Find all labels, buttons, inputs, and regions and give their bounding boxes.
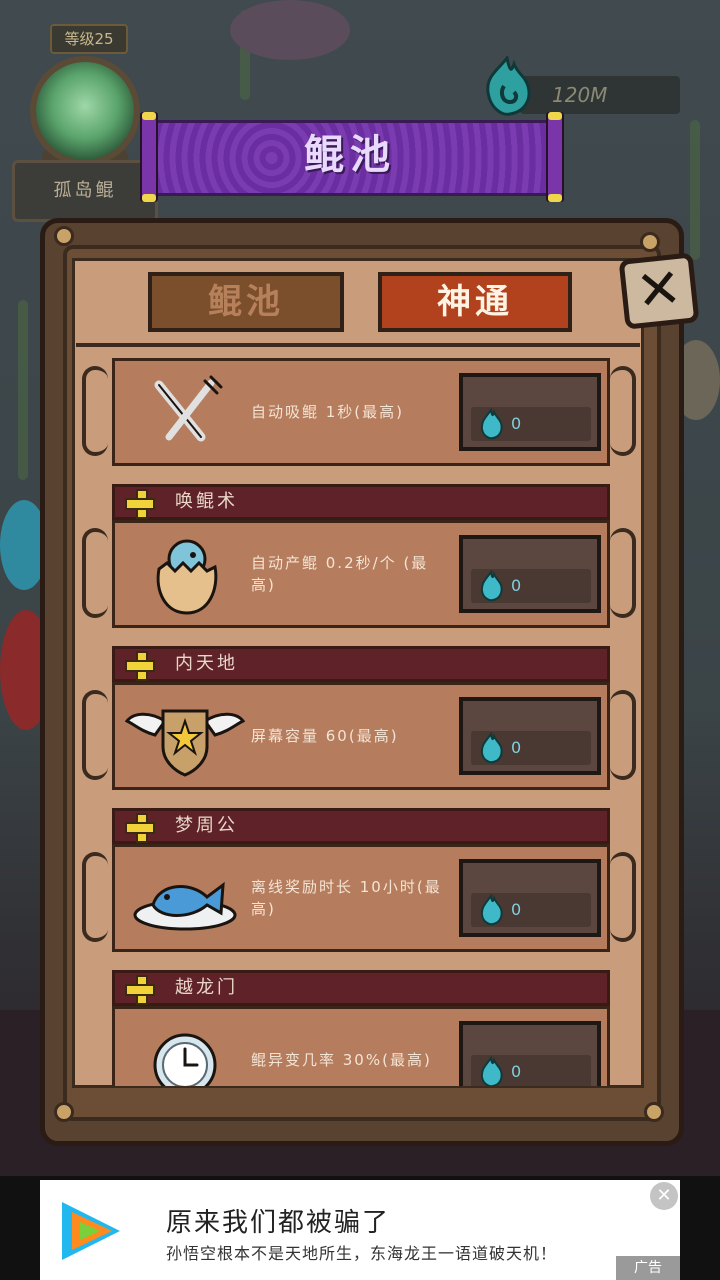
page-title: 鲲池 bbox=[304, 132, 396, 178]
banner-knob bbox=[548, 194, 562, 202]
plus-icon[interactable] bbox=[125, 489, 155, 519]
ability-row-summon-kun: 自动产鲲 0.2秒/个 (最高) 0 bbox=[112, 520, 610, 628]
upgrade-cost-button[interactable]: 0 bbox=[459, 697, 601, 775]
ability-header: 梦周公 bbox=[112, 808, 610, 844]
cost-display: 0 bbox=[471, 569, 591, 603]
ad-title: 原来我们都被骗了 bbox=[166, 1208, 391, 1238]
spirit-flame-currency-icon bbox=[486, 56, 531, 116]
decorative-curl bbox=[82, 366, 108, 456]
frame-rivet bbox=[54, 1102, 74, 1122]
cost-display: 0 bbox=[471, 407, 591, 441]
kun-name-plate: 孤岛鲲 bbox=[12, 160, 158, 222]
tab-kun-pool[interactable]: 鲲池 bbox=[148, 272, 344, 332]
fork-knife-icon bbox=[154, 375, 223, 442]
ability-description: 鲲异变几率 30%(最高) bbox=[251, 1051, 432, 1069]
spirit-flame-icon bbox=[480, 732, 503, 764]
seaweed-decoration bbox=[18, 300, 28, 480]
ability-description: 屏幕容量 60(最高) bbox=[251, 727, 399, 745]
ability-row-inner-world: 屏幕容量 60(最高) 0 bbox=[112, 682, 610, 790]
plus-icon[interactable] bbox=[125, 651, 155, 681]
frame-rivet bbox=[640, 232, 660, 252]
ability-row-dream: 离线奖励时长 10小时(最高) 0 bbox=[112, 844, 610, 952]
ability-name: 梦周公 bbox=[175, 815, 238, 836]
decorative-curl bbox=[82, 690, 108, 780]
close-button[interactable]: ✕ bbox=[618, 252, 700, 330]
creature-top bbox=[230, 0, 350, 60]
decorative-curl bbox=[82, 528, 108, 618]
decorative-curl bbox=[610, 690, 636, 780]
cost-display: 0 bbox=[471, 893, 591, 927]
cost-value: 0 bbox=[511, 1062, 522, 1081]
ability-header: 内天地 bbox=[112, 646, 610, 682]
banner-knob bbox=[142, 194, 156, 202]
ad-banner[interactable]: 原来我们都被骗了 孙悟空根本不是天地所生，东海龙王一语道破天机！ ✕ 广告 bbox=[40, 1180, 680, 1280]
cost-value: 0 bbox=[511, 414, 522, 433]
spirit-flame-icon bbox=[480, 570, 503, 602]
decorative-curl bbox=[82, 852, 108, 942]
ad-label: 广告 bbox=[616, 1256, 680, 1280]
cost-value: 0 bbox=[511, 576, 522, 595]
upgrade-cost-button[interactable]: 0 bbox=[459, 373, 601, 451]
cost-value: 0 bbox=[511, 900, 522, 919]
upgrade-cost-button[interactable]: 0 bbox=[459, 1021, 601, 1086]
ad-close-button[interactable]: ✕ bbox=[650, 1182, 678, 1210]
decorative-curl bbox=[610, 528, 636, 618]
ability-name: 越龙门 bbox=[175, 977, 238, 998]
decorative-curl bbox=[610, 366, 636, 456]
clock-icon bbox=[153, 1033, 217, 1086]
cost-value: 0 bbox=[511, 738, 522, 757]
ability-row-dragon-gate: 鲲异变几率 30%(最高) 0 bbox=[112, 1006, 610, 1086]
ability-name: 唤鲲术 bbox=[175, 491, 238, 512]
egg-bird-icon bbox=[156, 539, 218, 615]
banner-knob bbox=[548, 112, 562, 120]
ability-list[interactable]: 自动吸鲲 1秒(最高) 0 唤鲲术 自动产鲲 0.2秒/个 (最高) 0 内天地… bbox=[76, 346, 640, 1086]
frame-rivet bbox=[54, 226, 74, 246]
plus-icon[interactable] bbox=[125, 975, 155, 1005]
ability-header: 唤鲲术 bbox=[112, 484, 610, 520]
kun-portrait-orb[interactable] bbox=[30, 56, 140, 166]
banner-knob bbox=[142, 112, 156, 120]
ability-name: 内天地 bbox=[175, 653, 238, 674]
spirit-flame-icon bbox=[480, 1056, 503, 1086]
ability-header: 越龙门 bbox=[112, 970, 610, 1006]
spirit-flame-icon bbox=[480, 408, 503, 440]
ability-description: 自动吸鲲 1秒(最高) bbox=[251, 403, 405, 421]
level-badge: 等级25 bbox=[50, 24, 128, 54]
frame-rivet bbox=[644, 1102, 664, 1122]
plus-icon[interactable] bbox=[125, 813, 155, 843]
ad-subtitle: 孙悟空根本不是天地所生，东海龙王一语道破天机！ bbox=[166, 1244, 558, 1263]
upgrade-cost-button[interactable]: 0 bbox=[459, 535, 601, 613]
tab-divine-power[interactable]: 神通 bbox=[378, 272, 572, 332]
fish-plate-icon bbox=[133, 881, 237, 931]
title-banner: 鲲池 bbox=[140, 112, 564, 202]
ability-row-auto-absorb: 自动吸鲲 1秒(最高) 0 bbox=[112, 358, 610, 466]
ability-description: 离线奖励时长 10小时(最高) bbox=[251, 878, 442, 918]
video-play-logo-icon bbox=[62, 1202, 120, 1260]
upgrade-cost-button[interactable]: 0 bbox=[459, 859, 601, 937]
spirit-flame-icon bbox=[480, 894, 503, 926]
winged-star-badge-icon bbox=[125, 709, 245, 777]
seaweed-decoration bbox=[690, 120, 700, 260]
cost-display: 0 bbox=[471, 731, 591, 765]
ability-description: 自动产鲲 0.2秒/个 (最高) bbox=[251, 554, 429, 594]
cost-display: 0 bbox=[471, 1055, 591, 1086]
close-x-icon: ✕ bbox=[633, 255, 685, 324]
currency-counter: 120M bbox=[520, 76, 680, 114]
decorative-curl bbox=[610, 852, 636, 942]
